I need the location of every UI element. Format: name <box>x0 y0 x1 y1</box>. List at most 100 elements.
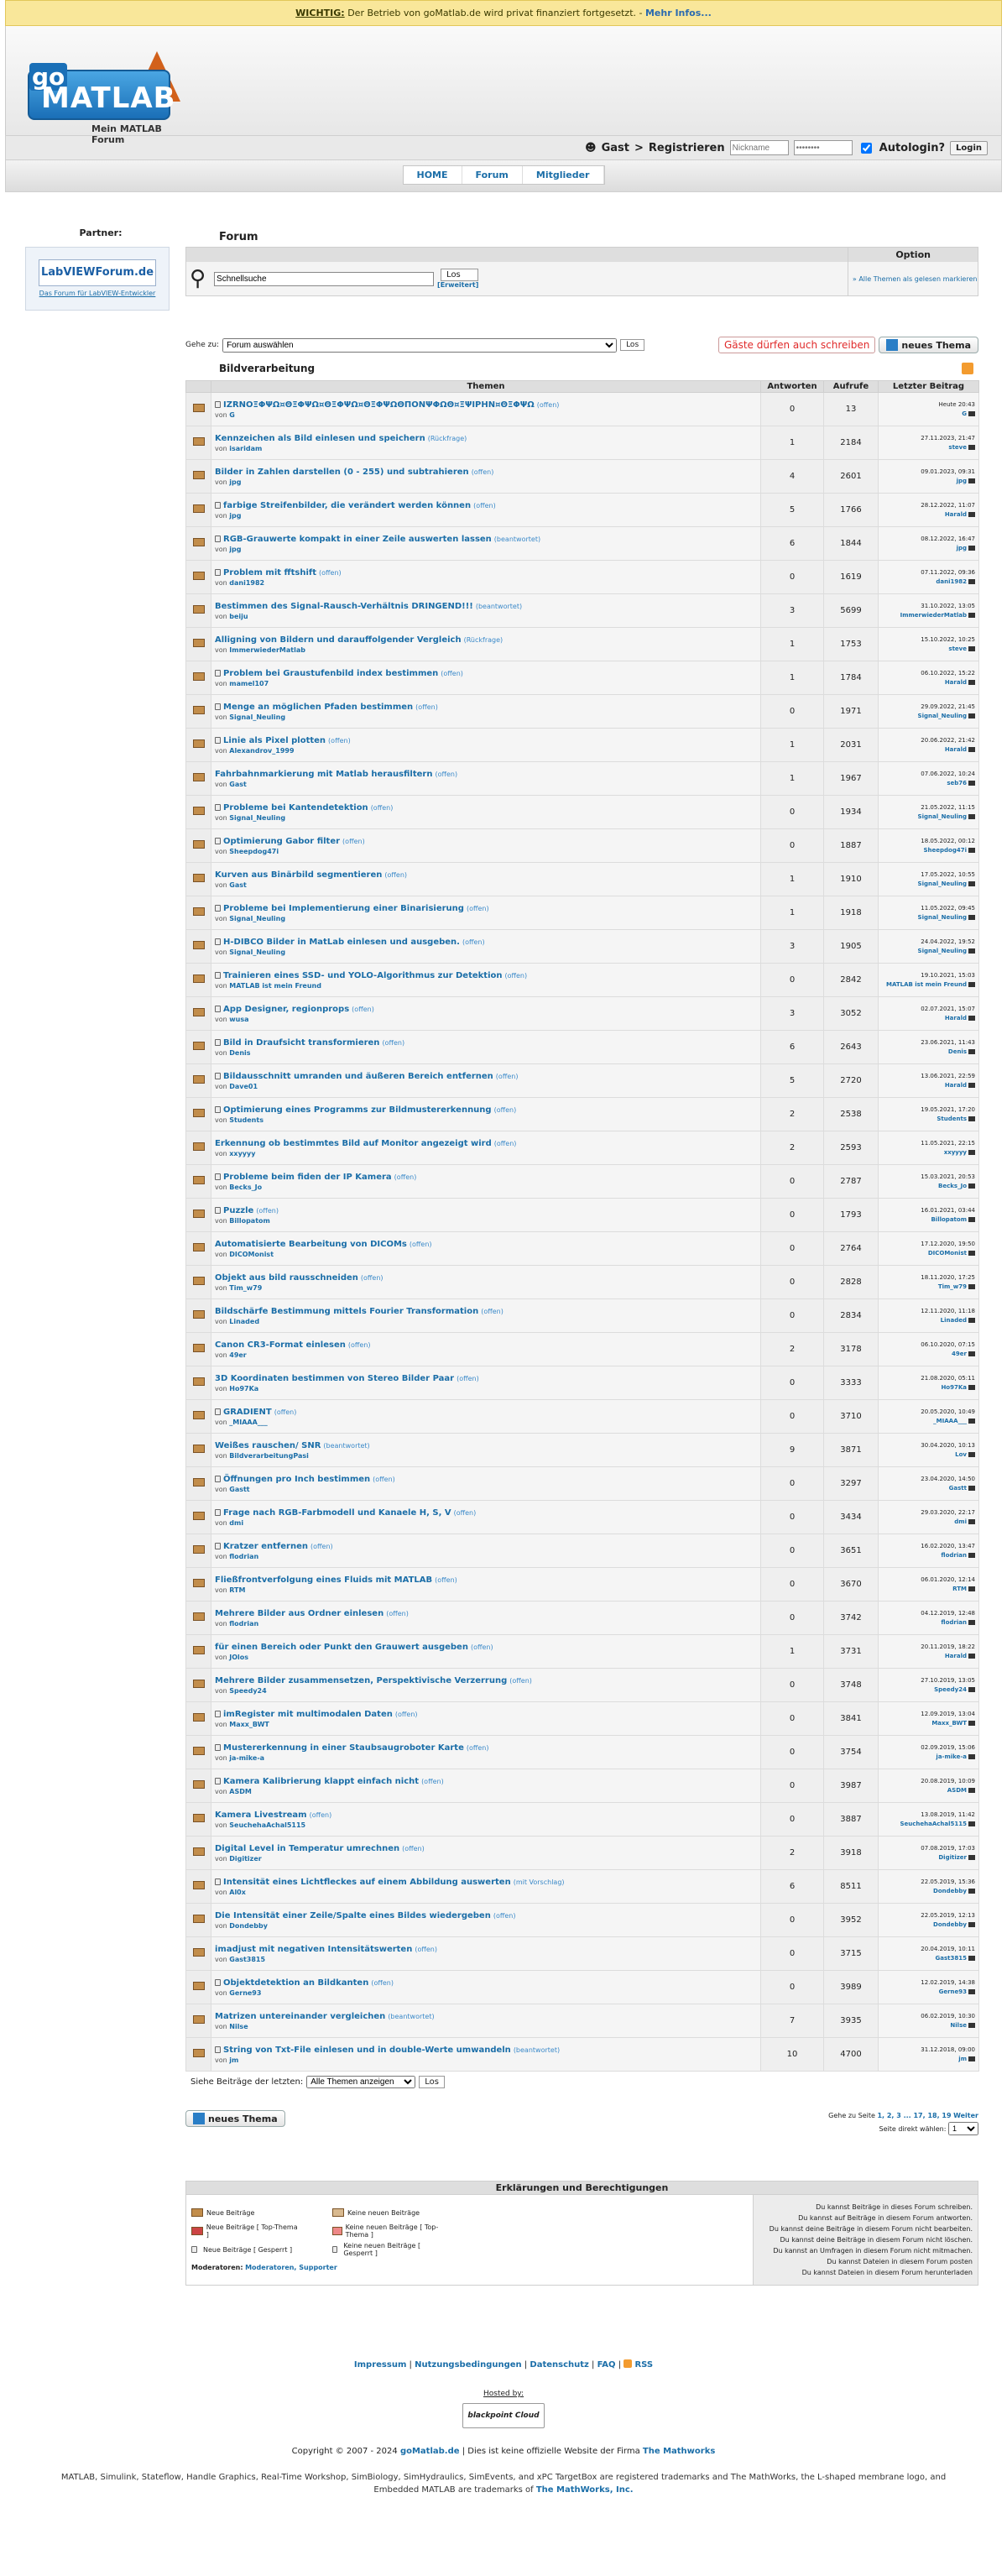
goto-last-post-icon[interactable] <box>968 612 975 618</box>
table-row[interactable]: Puzzle (offen) von Billopatom 0 1793 16.01.20… <box>185 1198 979 1232</box>
table-row[interactable]: Menge an möglichen Pfaden bestimmen (offe… <box>185 694 979 729</box>
topic-title-link[interactable]: Probleme bei Kantendetektion <box>223 803 368 813</box>
table-row[interactable]: Probleme beim fiden der IP Kamera (offen)… <box>185 1164 979 1199</box>
last-post[interactable]: 17.05.2022, 10:55 Signal_Neuling <box>878 862 979 896</box>
last-post[interactable]: 29.09.2022, 21:45 Signal_Neuling <box>878 694 979 729</box>
goto-last-post-icon[interactable] <box>968 1216 975 1222</box>
goto-last-post-icon[interactable] <box>968 1955 975 1961</box>
table-row[interactable]: Optimierung Gabor filter (offen) von Sheep… <box>185 828 979 863</box>
goto-last-post-icon[interactable] <box>968 1183 975 1189</box>
goto-last-post-icon[interactable] <box>968 1686 975 1692</box>
last-post[interactable]: 16.01.2021, 03:44 Billopatom <box>878 1198 979 1232</box>
last-post[interactable]: 09.01.2023, 09:31 jpg <box>878 459 979 494</box>
last-post[interactable]: 20.11.2019, 18:22 Harald <box>878 1634 979 1669</box>
topic-title-link[interactable]: IZRNΟΞΦΨΩ¤ΘΞΦΨΩ¤ΘΞΦΨΩ¤ΘΞΦΨΩΘΠΟΝΨΦΩΘ¤ΞΨΙΡ… <box>223 400 535 410</box>
faq-link[interactable]: FAQ <box>597 2360 616 2370</box>
topic-title-link[interactable]: Bilder in Zahlen darstellen (0 - 255) un… <box>215 468 469 477</box>
table-row[interactable]: Canon CR3-Format einlesen (offen) von 49er… <box>185 1332 979 1366</box>
goto-last-post-icon[interactable] <box>968 1015 975 1021</box>
goto-last-post-icon[interactable] <box>968 1753 975 1759</box>
site-link[interactable]: goMatlab.de <box>400 2447 460 2456</box>
last-post[interactable]: 21.08.2020, 05:11 Ho97Ka <box>878 1366 979 1400</box>
quick-search-input[interactable] <box>214 271 435 286</box>
table-row[interactable]: für einen Bereich oder Punkt den Grauwer… <box>185 1634 979 1669</box>
last-post[interactable]: 20.04.2019, 10:11 Gast3815 <box>878 1936 979 1971</box>
last-post[interactable]: 13.06.2021, 22:59 Harald <box>878 1063 979 1098</box>
table-row[interactable]: Digital Level in Temperatur umrechnen (of… <box>185 1836 979 1870</box>
topic-title-link[interactable]: Die Intensität einer Zeile/Spalte eines … <box>215 1911 491 1920</box>
table-row[interactable]: Alligning von Bildern und darauffolgende… <box>185 627 979 661</box>
table-row[interactable]: Kurven aus Binärbild segmentieren (offen)… <box>185 862 979 896</box>
last-post[interactable]: 19.10.2021, 15:03 MATLAB ist mein Freund <box>878 963 979 997</box>
goto-last-post-icon[interactable] <box>968 1116 975 1121</box>
topic-title-link[interactable]: Weißes rauschen/ SNR <box>215 1441 321 1450</box>
topic-title-link[interactable]: Erkennung ob bestimmtes Bild auf Monitor… <box>215 1139 492 1148</box>
topic-title-link[interactable]: Öffnungen pro Inch bestimmen <box>223 1475 370 1484</box>
last-post[interactable]: 04.12.2019, 12:48 flodrian <box>878 1601 979 1635</box>
topic-title-link[interactable]: Matrizen untereinander vergleichen <box>215 2012 385 2021</box>
topic-title-link[interactable]: Probleme beim fiden der IP Kamera <box>223 1173 392 1182</box>
goto-last-post-icon[interactable] <box>968 948 975 954</box>
topic-title-link[interactable]: Bildausschnitt umranden und äußeren Bere… <box>223 1072 493 1081</box>
table-row[interactable]: GRADIENT (offen) von _MIAAA___ 0 3710 20.05.2… <box>185 1399 979 1434</box>
goto-last-post-icon[interactable] <box>968 1451 975 1457</box>
topic-title-link[interactable]: App Designer, regionprops <box>223 1005 349 1014</box>
table-row[interactable]: Problem mit fftshift (offen) von dani1982 0… <box>185 560 979 594</box>
topic-title-link[interactable]: imRegister mit multimodalen Daten <box>223 1710 393 1719</box>
topic-title-link[interactable]: Menge an möglichen Pfaden bestimmen <box>223 703 413 712</box>
goto-last-post-icon[interactable] <box>968 780 975 786</box>
autologin-checkbox[interactable] <box>860 142 872 154</box>
goto-last-post-icon[interactable] <box>968 645 975 651</box>
goto-last-post-icon[interactable] <box>968 880 975 886</box>
last-post[interactable]: 21.05.2022, 11:15 Signal_Neuling <box>878 795 979 829</box>
topic-title-link[interactable]: Kamera Kalibrierung klappt einfach nicht <box>223 1777 419 1786</box>
last-post[interactable]: 06.10.2020, 07:15 49er <box>878 1332 979 1366</box>
goto-last-post-icon[interactable] <box>968 1149 975 1155</box>
last-post[interactable]: Heute 20:43 G <box>878 392 979 426</box>
search-go-button[interactable]: Los <box>441 269 479 281</box>
table-row[interactable]: Objektdetektion an Bildkanten (offen) von … <box>185 1970 979 2004</box>
table-row[interactable]: Bilder in Zahlen darstellen (0 - 255) un… <box>185 459 979 494</box>
topic-title-link[interactable]: imadjust mit negativen Intensitätswerten <box>215 1945 412 1954</box>
topic-title-link[interactable]: Digital Level in Temperatur umrechnen <box>215 1844 399 1853</box>
topic-title-link[interactable]: Objektdetektion an Bildkanten <box>223 1978 368 1988</box>
goto-last-post-icon[interactable] <box>968 478 975 483</box>
last-post[interactable]: 27.10.2019, 13:05 Speedy24 <box>878 1668 979 1702</box>
last-post[interactable]: 11.05.2021, 22:15 xxyyyy <box>878 1131 979 1165</box>
topic-title-link[interactable]: 3D Koordinaten bestimmen von Stereo Bild… <box>215 1374 454 1383</box>
guest-write-badge[interactable]: Gäste dürfen auch schreiben <box>717 337 876 353</box>
topic-title-link[interactable]: Fließfrontverfolgung eines Fluids mit MA… <box>215 1575 432 1585</box>
goto-last-post-icon[interactable] <box>968 1384 975 1390</box>
last-post[interactable]: 23.06.2021, 11:43 Denis <box>878 1030 979 1064</box>
filter-select[interactable]: Alle Themen anzeigen <box>306 2075 416 2088</box>
last-post[interactable]: 23.04.2020, 14:50 Gastt <box>878 1466 979 1501</box>
table-row[interactable]: Kamera Kalibrierung klappt einfach nicht… <box>185 1769 979 1803</box>
last-post[interactable]: 12.09.2019, 13:04 Maxx_BWT <box>878 1701 979 1736</box>
last-post[interactable]: 22.05.2019, 15:36 Dondebby <box>878 1869 979 1904</box>
topic-title-link[interactable]: Trainieren eines SSD- und YOLO-Algorithm… <box>223 971 502 980</box>
table-row[interactable]: Kennzeichen als Bild einlesen und speich… <box>185 426 979 460</box>
topic-title-link[interactable]: Puzzle <box>223 1206 253 1215</box>
login-button[interactable]: Login <box>950 140 988 155</box>
table-row[interactable]: IZRNΟΞΦΨΩ¤ΘΞΦΨΩ¤ΘΞΦΨΩ¤ΘΞΦΨΩΘΠΟΝΨΦΩΘ¤ΞΨΙΡ… <box>185 392 979 426</box>
table-row[interactable]: Bild in Draufsicht transformieren (offen)… <box>185 1030 979 1064</box>
goto-button[interactable]: Los <box>620 339 645 351</box>
page-select[interactable]: 1 <box>948 2122 978 2135</box>
topic-title-link[interactable]: Optimierung eines Programms zur Bildmust… <box>223 1105 492 1115</box>
topic-title-link[interactable]: Alligning von Bildern und darauffolgende… <box>215 635 462 645</box>
last-post[interactable]: 13.08.2019, 11:42 SeuchehaAchal5115 <box>878 1802 979 1837</box>
goto-last-post-icon[interactable] <box>968 1988 975 1994</box>
topic-title-link[interactable]: für einen Bereich oder Punkt den Grauwer… <box>215 1643 468 1652</box>
topic-title-link[interactable]: Automatisierte Bearbeitung von DICOMs <box>215 1240 407 1249</box>
goto-last-post-icon[interactable] <box>968 2056 975 2061</box>
goto-last-post-icon[interactable] <box>968 2022 975 2028</box>
goto-last-post-icon[interactable] <box>968 1586 975 1591</box>
new-topic-button-bottom[interactable]: neues Thema <box>185 2110 285 2127</box>
last-post[interactable]: 08.12.2022, 16:47 jpg <box>878 526 979 561</box>
mathworks-inc-link[interactable]: The MathWorks, Inc. <box>536 2485 634 2495</box>
last-post[interactable]: 12.11.2020, 11:18 Linaded <box>878 1298 979 1333</box>
table-row[interactable]: Automatisierte Bearbeitung von DICOMs (of… <box>185 1231 979 1266</box>
topic-title-link[interactable]: Mehrere Bilder aus Ordner einlesen <box>215 1609 383 1618</box>
goto-last-post-icon[interactable] <box>968 1921 975 1927</box>
goto-last-post-icon[interactable] <box>968 981 975 987</box>
